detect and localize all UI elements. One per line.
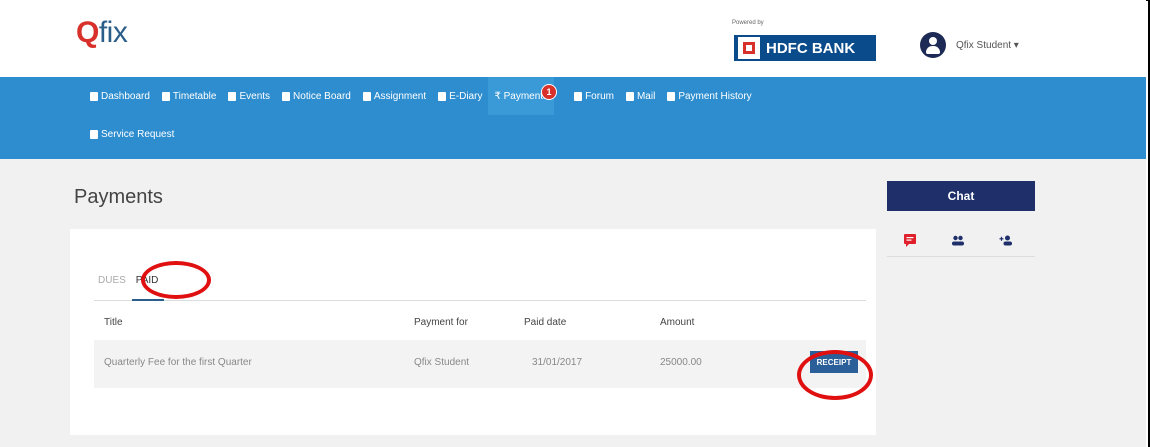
column-header-payment-for: Payment for	[414, 317, 468, 328]
payments-badge: 1	[541, 84, 558, 100]
edit-icon	[362, 91, 371, 101]
logo-text: fix	[98, 16, 128, 49]
tab-dues[interactable]: DUES	[94, 269, 132, 301]
mail-icon	[625, 91, 634, 101]
chat-toolbar	[887, 223, 1035, 257]
cell-payment-for: Qfix Student	[414, 357, 470, 368]
nav-item-events[interactable]: Events	[222, 77, 276, 115]
nav-item-e-diary[interactable]: E-Diary	[432, 77, 488, 115]
bell-icon	[282, 91, 291, 101]
nav-label: Payment History	[678, 90, 752, 102]
user-menu[interactable]: Qfix Student ▾	[920, 32, 1019, 58]
logo-prefix: Q	[76, 16, 99, 49]
payment-tabs: DUES PAID	[94, 269, 866, 301]
content-area: Payments DUES PAID Title Payment for Pai…	[0, 159, 1146, 447]
tab-paid[interactable]: PAID	[131, 269, 165, 301]
receipt-button[interactable]: RECEIPT	[810, 351, 858, 373]
cell-paid-date: 31/01/2017	[532, 357, 583, 368]
cell-title: Quarterly Fee for the first Quarter	[104, 357, 252, 368]
nav-item-notice-board[interactable]: Notice Board	[276, 77, 357, 115]
nav-item-service-request[interactable]: Service Request	[84, 115, 180, 153]
bank-name: HDFC BANK	[766, 39, 856, 57]
list-icon	[90, 129, 98, 139]
forum-icon	[574, 91, 583, 101]
powered-by-label: Powered by	[732, 20, 764, 26]
nav-item-payments[interactable]: ₹ Payments 1	[488, 77, 558, 115]
nav-item-dashboard[interactable]: Dashboard	[84, 77, 156, 115]
page-title: Payments	[74, 186, 163, 208]
hdfc-mark-icon	[738, 37, 760, 59]
app-header: Qfix Powered by HDFC BANK Qfix Student ▾	[0, 0, 1146, 77]
nav-item-timetable[interactable]: Timetable	[156, 77, 223, 115]
payments-card: DUES PAID Title Payment for Paid date Am…	[70, 229, 876, 435]
nav-label: Dashboard	[101, 90, 150, 102]
group-icon[interactable]	[951, 233, 965, 247]
list-icon	[667, 91, 676, 101]
nav-label: Forum	[585, 90, 614, 102]
column-header-title: Title	[104, 317, 123, 328]
chat-bubble-icon[interactable]	[903, 233, 917, 247]
nav-label: E-Diary	[449, 90, 483, 102]
column-header-amount: Amount	[660, 317, 695, 328]
main-nav: Dashboard Timetable Events Notice Board …	[0, 77, 1146, 159]
calendar-icon	[228, 91, 237, 101]
user-name: Qfix Student ▾	[956, 39, 1019, 51]
nav-row-2: Service Request	[84, 115, 180, 153]
nav-item-forum[interactable]: Forum	[568, 77, 620, 115]
calendar-icon	[161, 91, 170, 101]
nav-row-1: Dashboard Timetable Events Notice Board …	[84, 77, 758, 115]
nav-label: Assignment	[373, 90, 427, 102]
nav-label: Notice Board	[293, 90, 351, 102]
chat-header[interactable]: Chat	[887, 181, 1035, 211]
nav-item-payment-history[interactable]: Payment History	[661, 77, 757, 115]
nav-label: Service Request	[101, 128, 175, 140]
user-avatar-icon	[920, 32, 946, 58]
column-header-paid-date: Paid date	[524, 317, 567, 328]
home-icon	[90, 91, 98, 101]
nav-label: Mail	[636, 90, 656, 102]
book-icon	[438, 91, 447, 101]
nav-label: ₹ Payments	[494, 90, 549, 102]
nav-item-assignment[interactable]: Assignment	[357, 77, 432, 115]
nav-label: Events	[239, 90, 271, 102]
add-person-icon[interactable]	[999, 233, 1013, 247]
nav-label: Timetable	[172, 90, 217, 102]
cell-amount: 25000.00	[660, 357, 702, 368]
nav-item-mail[interactable]: Mail	[620, 77, 661, 115]
qfix-logo[interactable]: Qfix	[76, 16, 128, 50]
hdfc-bank-logo: HDFC BANK	[734, 35, 876, 61]
